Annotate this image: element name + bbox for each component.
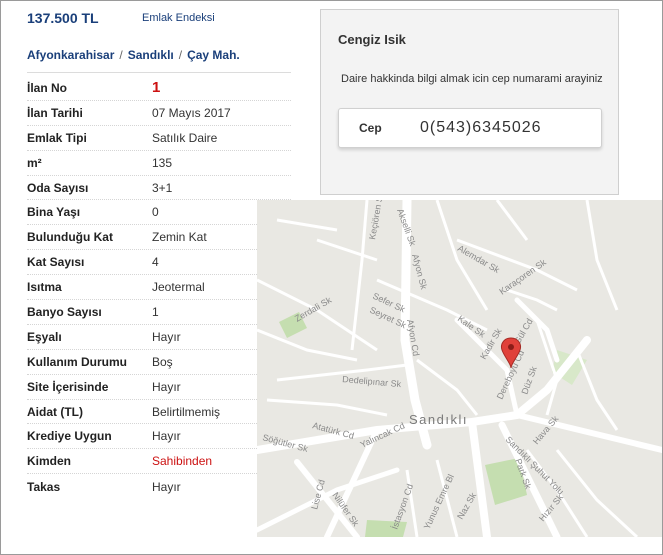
city-label: Sandıklı [409,412,468,427]
detail-label: Eşyalı [27,329,62,344]
detail-value: Hayır [152,379,181,394]
breadcrumb: Afyonkarahisar / Sandıklı / Çay Mah. [27,48,240,62]
detail-value: 1 [152,304,159,319]
phone-label: Cep [359,121,382,135]
detail-row-kimden: Kimden Sahibinden [27,449,291,475]
detail-row-bina-yasi: Bina Yaşı 0 [27,200,291,226]
detail-row-kat-sayisi: Kat Sayısı 4 [27,250,291,276]
detail-label: Bina Yaşı [27,205,81,220]
detail-label: Kat Sayısı [27,255,85,270]
detail-value: Jeotermal [152,280,205,295]
detail-value: Satılık Daire [152,130,218,145]
detail-label: İlan Tarihi [27,105,83,120]
detail-row-bulundugu-kat: Bulunduğu Kat Zemin Kat [27,225,291,251]
detail-value: 3+1 [152,180,173,195]
phone-box[interactable]: Cep 0(543)6345026 [338,108,602,148]
detail-label: Banyo Sayısı [27,304,102,319]
breadcrumb-separator: / [119,48,123,62]
detail-value: Hayır [152,329,181,344]
detail-label: Isıtma [27,280,62,295]
detail-value: 07 Mayıs 2017 [152,105,231,120]
detail-row-kullanim-durumu: Kullanım Durumu Boş [27,350,291,375]
detail-value: Hayır [152,479,181,494]
detail-value: 1 [152,79,161,97]
detail-label: Oda Sayısı [27,180,89,195]
detail-row-krediye-uygun: Krediye Uygun Hayır [27,424,291,450]
detail-value: Sahibinden [152,454,213,469]
detail-value: 135 [152,155,173,170]
detail-row-isitma: Isıtma Jeotermal [27,275,291,301]
detail-row-oda-sayisi: Oda Sayısı 3+1 [27,176,291,201]
detail-label: Emlak Tipi [27,130,87,145]
detail-row-m2: m² 135 [27,151,291,176]
detail-value: 0 [152,205,159,220]
detail-row-aidat: Aidat (TL) Belirtilmemiş [27,400,291,425]
breadcrumb-district[interactable]: Sandıklı [128,48,174,62]
detail-label: Aidat (TL) [27,404,83,419]
detail-label: Krediye Uygun [27,429,112,444]
details-table: İlan No 1 İlan Tarihi 07 Mayıs 2017 Emlak … [27,76,291,499]
detail-label: Site İçerisinde [27,379,109,394]
contact-box: Cengiz Isik Daire hakkinda bilgi almak i… [320,9,619,195]
detail-value: Boş [152,354,173,369]
emlak-endeksi-link[interactable]: Emlak Endeksi [142,12,215,24]
detail-row-esyali: Eşyalı Hayır [27,325,291,350]
detail-row-ilan-tarihi: İlan Tarihi 07 Mayıs 2017 [27,101,291,126]
phone-number[interactable]: 0(543)6345026 [420,119,542,137]
seller-name: Cengiz Isik [338,32,406,47]
detail-label: Kimden [27,454,72,469]
listing-price: 137.500 TL [27,10,99,26]
detail-label: Kullanım Durumu [27,354,128,369]
detail-value: Hayır [152,429,181,444]
location-map[interactable]: Keçiören Sk Akselli Sk Afyon Sk Alemdar … [257,200,662,537]
divider [27,72,291,73]
breadcrumb-neighborhood[interactable]: Çay Mah. [187,48,240,62]
detail-value: Zemin Kat [152,230,207,245]
detail-row-banyo-sayisi: Banyo Sayısı 1 [27,300,291,325]
detail-label: Takas [27,479,61,494]
detail-label: Bulunduğu Kat [27,230,113,245]
breadcrumb-separator: / [178,48,183,62]
map-canvas[interactable]: Keçiören Sk Akselli Sk Afyon Sk Alemdar … [257,200,662,537]
detail-label: m² [27,155,42,170]
breadcrumb-city[interactable]: Afyonkarahisar [27,48,114,62]
detail-label: İlan No [27,80,68,95]
detail-row-ilan-no: İlan No 1 [27,76,291,101]
detail-row-takas: Takas Hayır [27,474,291,499]
contact-message: Daire hakkinda bilgi almak icin cep numa… [341,73,603,85]
detail-value: 4 [152,255,159,270]
detail-row-emlak-tipi: Emlak Tipi Satılık Daire [27,126,291,151]
detail-row-site-icerisinde: Site İçerisinde Hayır [27,375,291,400]
detail-value: Belirtilmemiş [152,404,221,419]
